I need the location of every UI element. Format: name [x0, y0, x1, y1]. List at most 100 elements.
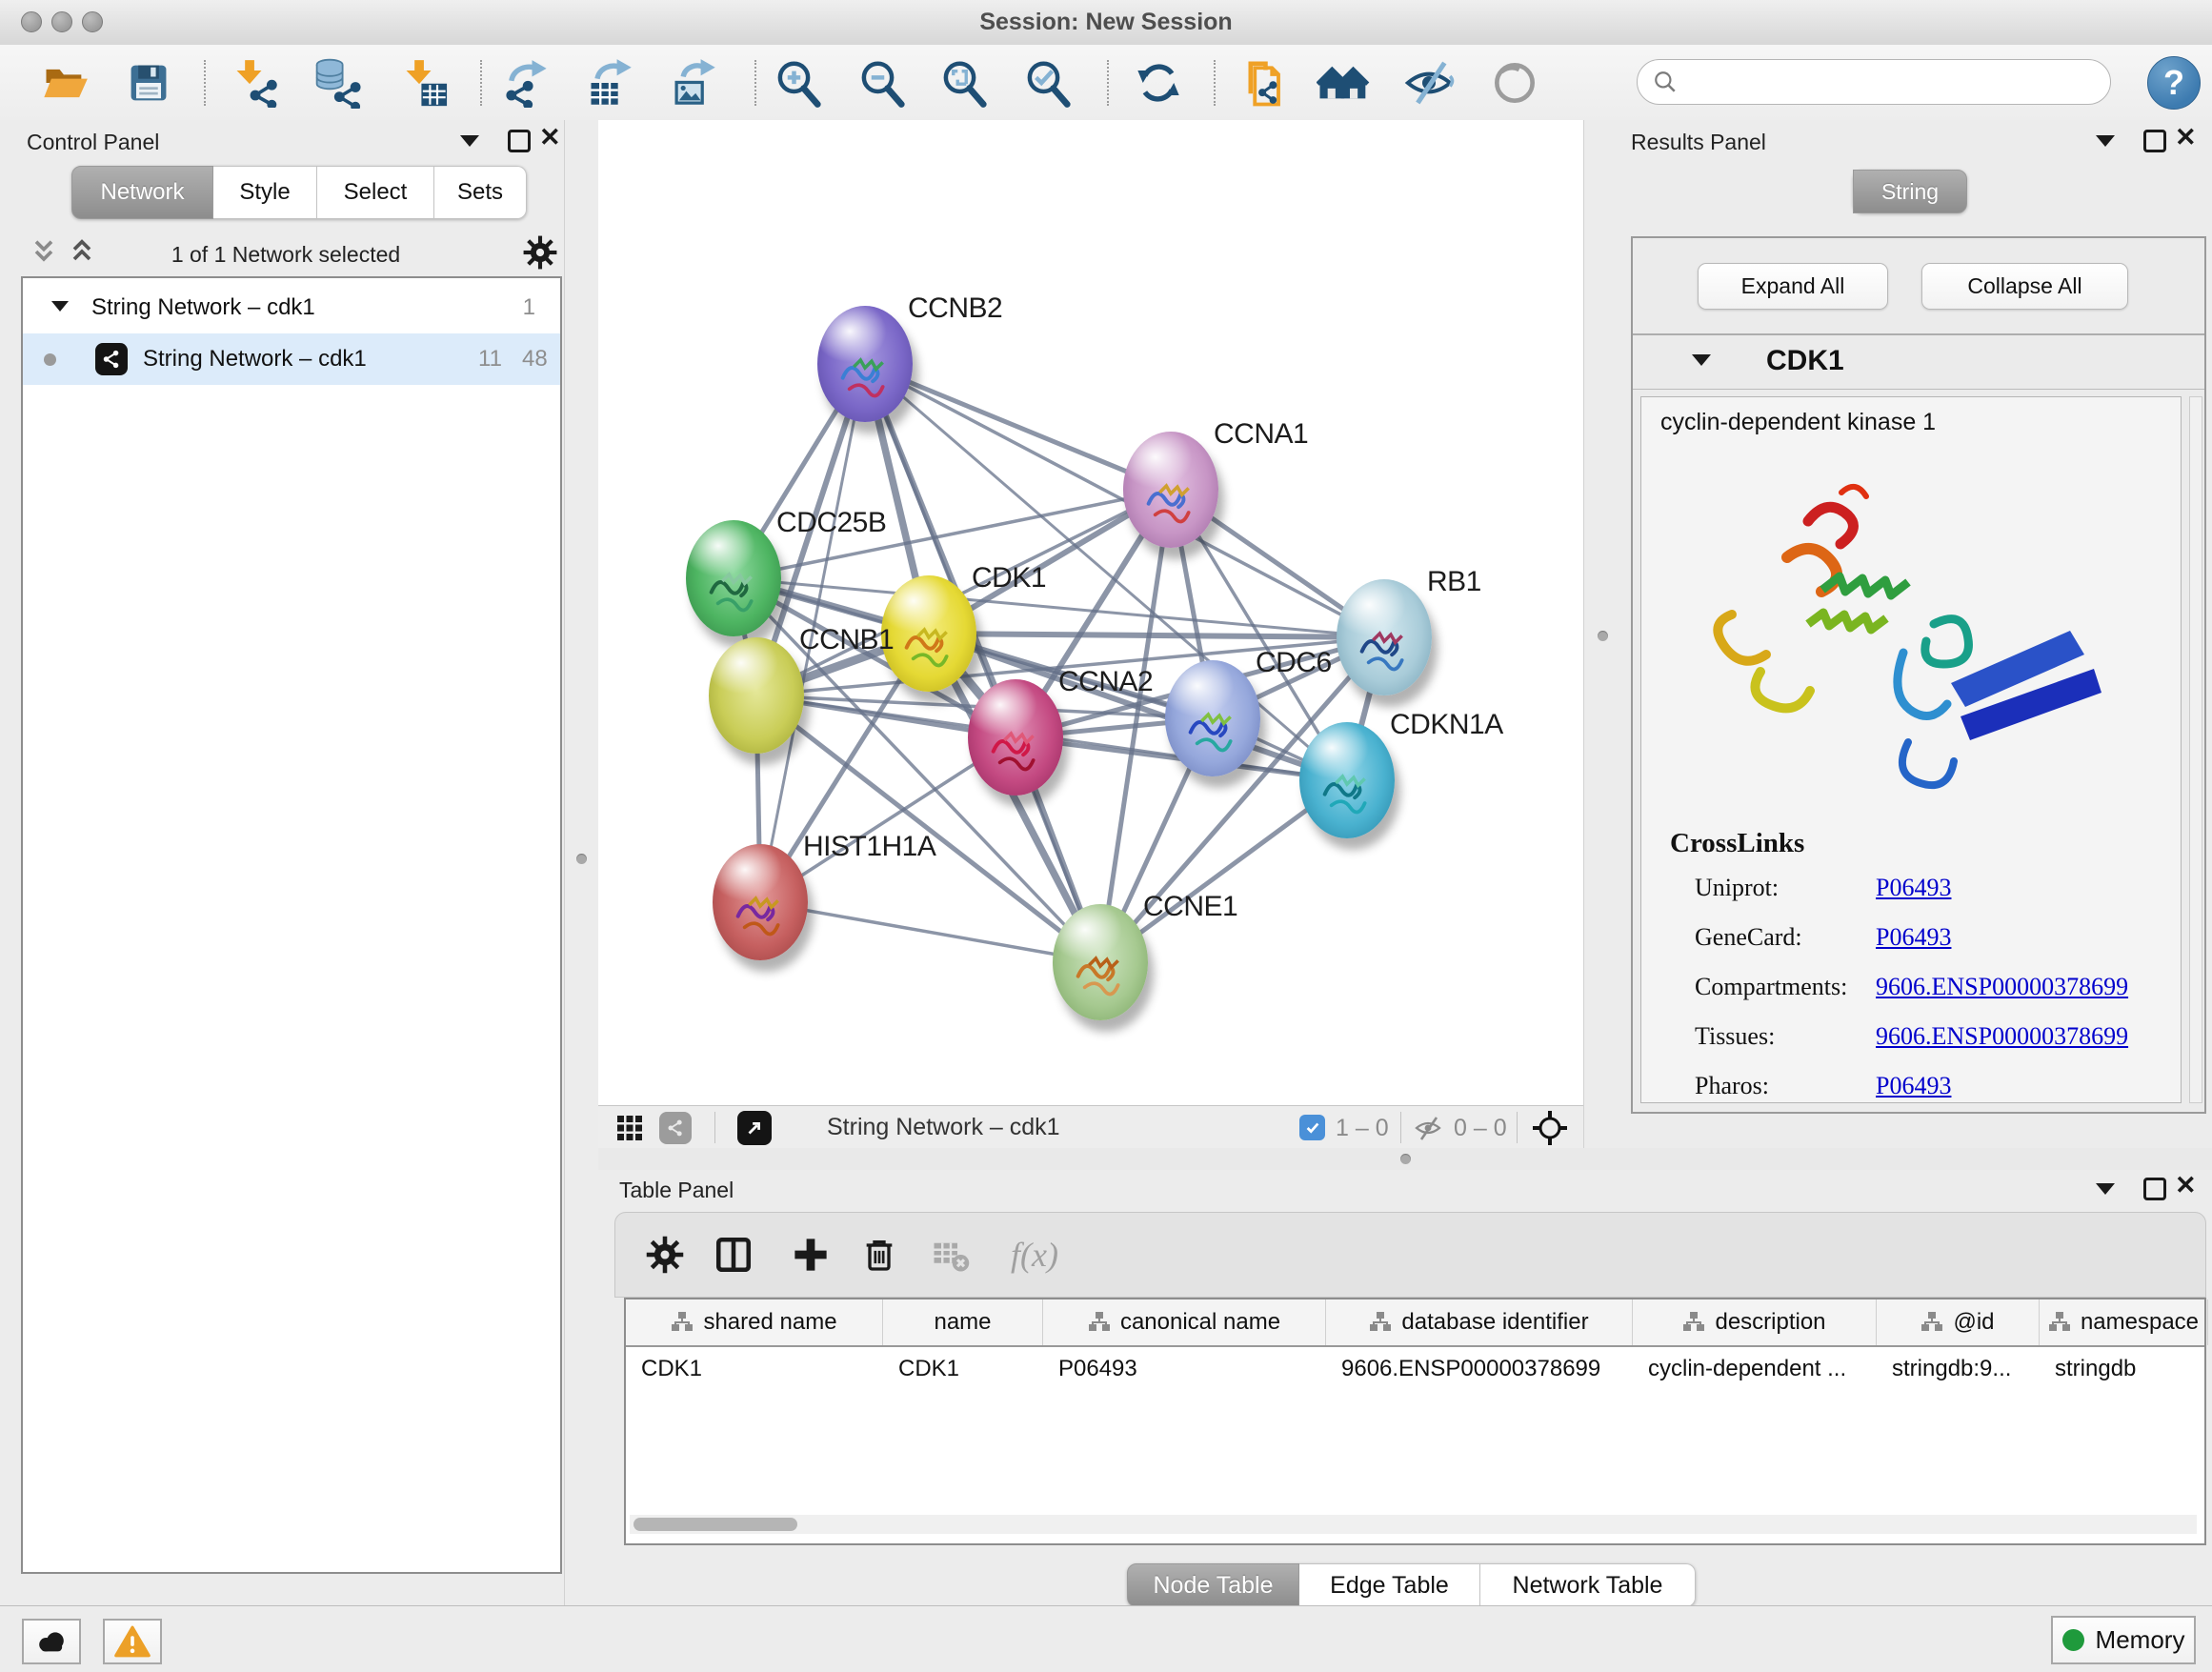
column-header-description[interactable]: description — [1633, 1299, 1877, 1345]
network-node-ccnb2[interactable] — [817, 306, 913, 422]
show-columns-icon[interactable] — [713, 1234, 754, 1276]
column-header-name[interactable]: name — [883, 1299, 1043, 1345]
table-cell[interactable]: CDK1 — [883, 1347, 1043, 1390]
delete-column-trash-icon[interactable] — [858, 1234, 900, 1276]
welcome-screen-button[interactable] — [1317, 56, 1370, 110]
help-button[interactable]: ? — [2147, 56, 2201, 110]
crosslink-pharos-link[interactable]: P06493 — [1876, 1072, 1951, 1100]
fit-crosshair-icon[interactable] — [1532, 1110, 1568, 1151]
network-row-selected[interactable]: String Network – cdk1 11 48 — [23, 333, 560, 385]
tab-sets[interactable]: Sets — [434, 166, 527, 219]
table-cell[interactable]: 9606.ENSP00000378699 — [1326, 1347, 1633, 1390]
tab-network[interactable]: Network — [71, 166, 213, 219]
zoom-out-button[interactable] — [855, 56, 909, 110]
cloud-status-button[interactable] — [22, 1619, 81, 1664]
panel-close-icon[interactable]: ✕ — [2175, 1176, 2197, 1195]
function-builder-icon[interactable]: f(x) — [996, 1234, 1073, 1276]
tab-node-table[interactable]: Node Table — [1127, 1563, 1299, 1607]
collapse-all-networks-icon[interactable] — [67, 236, 97, 272]
network-node-ccnb1[interactable] — [709, 637, 804, 754]
column-header-canonical-name[interactable]: canonical name — [1043, 1299, 1326, 1345]
string-view-badge-icon[interactable] — [659, 1112, 692, 1144]
refresh-view-button[interactable] — [1132, 56, 1185, 110]
network-node-ccne1[interactable] — [1053, 904, 1148, 1020]
selected-checkbox-icon[interactable] — [1299, 1115, 1325, 1140]
zoom-selected-button[interactable] — [1021, 56, 1075, 110]
zoom-in-button[interactable] — [772, 56, 825, 110]
network-node-hist1h1a[interactable] — [713, 844, 808, 960]
expand-all-networks-icon[interactable] — [29, 236, 59, 272]
network-options-gear-icon[interactable] — [522, 234, 558, 275]
network-node-cdkn1a[interactable] — [1299, 722, 1395, 838]
show-all-button[interactable] — [1488, 56, 1541, 110]
network-node-cdc25b[interactable] — [686, 520, 781, 636]
export-image-button[interactable] — [667, 56, 720, 110]
network-node-cdk1[interactable] — [881, 575, 976, 692]
zoom-fit-content-button[interactable] — [937, 56, 991, 110]
table-cell[interactable]: cyclin-dependent ... — [1633, 1347, 1877, 1390]
table-cell[interactable]: stringdb — [2040, 1347, 2208, 1390]
panel-menu-icon[interactable] — [2096, 1183, 2115, 1195]
column-header-database-identifier[interactable]: database identifier — [1326, 1299, 1633, 1345]
table-cell[interactable]: stringdb:9... — [1877, 1347, 2040, 1390]
network-canvas[interactable]: CCNB2CCNA1CDC25BCDK1CDC6RB1CCNB1CCNA2CDK… — [598, 120, 1583, 1105]
panel-float-icon[interactable] — [508, 130, 531, 152]
horizontal-splitter[interactable] — [598, 1148, 2212, 1170]
results-scrollbar[interactable] — [2189, 396, 2202, 1103]
scrollbar-thumb[interactable] — [633, 1518, 797, 1531]
collection-expand-icon[interactable] — [51, 301, 69, 312]
warnings-button[interactable] — [103, 1619, 162, 1664]
collapse-all-button[interactable]: Collapse All — [1921, 263, 2128, 310]
splitter-handle[interactable] — [1598, 631, 1608, 641]
table-horizontal-scrollbar[interactable] — [630, 1515, 2197, 1534]
panel-float-icon[interactable] — [2143, 130, 2166, 152]
crosslink-tissues-link[interactable]: 9606.ENSP00000378699 — [1876, 1022, 2128, 1051]
splitter-handle[interactable] — [576, 854, 587, 864]
hide-selected-button[interactable] — [1402, 56, 1456, 110]
gene-section-header[interactable]: CDK1 — [1633, 333, 2204, 390]
table-cell[interactable]: CDK1 — [626, 1347, 883, 1390]
hidden-eye-slash-icon[interactable] — [1414, 1114, 1442, 1147]
new-network-from-selection-button[interactable] — [1235, 56, 1288, 110]
network-node-rb1[interactable] — [1337, 579, 1432, 695]
vertical-splitter[interactable] — [564, 120, 600, 1605]
network-node-cdc6[interactable] — [1165, 660, 1260, 776]
network-collection-row[interactable]: String Network – cdk1 1 — [23, 282, 560, 333]
tab-string[interactable]: String — [1853, 170, 1967, 213]
add-column-plus-icon[interactable] — [790, 1234, 832, 1276]
export-network-button[interactable] — [499, 56, 553, 110]
panel-menu-icon[interactable] — [460, 135, 479, 147]
crosslink-compartments-link[interactable]: 9606.ENSP00000378699 — [1876, 973, 2128, 1001]
search-input[interactable] — [1687, 69, 2091, 95]
tab-network-table[interactable]: Network Table — [1480, 1563, 1696, 1607]
crosslink-uniprot-link[interactable]: P06493 — [1876, 874, 1951, 902]
import-network-from-database-button[interactable] — [311, 56, 364, 110]
tab-select[interactable]: Select — [317, 166, 434, 219]
open-session-button[interactable] — [38, 56, 91, 110]
birdseye-grid-icon[interactable] — [615, 1114, 644, 1147]
tab-edge-table[interactable]: Edge Table — [1299, 1563, 1480, 1607]
memory-button[interactable]: Memory — [2051, 1616, 2196, 1664]
splitter-handle[interactable] — [1400, 1154, 1411, 1164]
detach-view-icon[interactable] — [737, 1111, 772, 1145]
crosslink-genecard-link[interactable]: P06493 — [1876, 923, 1951, 952]
network-node-ccna1[interactable] — [1123, 432, 1218, 548]
vertical-splitter-results[interactable] — [1583, 120, 1623, 1148]
panel-float-icon[interactable] — [2143, 1178, 2166, 1200]
table-cell[interactable]: P06493 — [1043, 1347, 1326, 1390]
table-settings-gear-icon[interactable] — [644, 1234, 686, 1276]
panel-menu-icon[interactable] — [2096, 135, 2115, 147]
panel-close-icon[interactable]: ✕ — [2175, 128, 2197, 147]
network-edge[interactable] — [929, 634, 1384, 637]
export-table-button[interactable] — [583, 56, 636, 110]
import-network-from-file-button[interactable] — [229, 56, 282, 110]
expand-all-button[interactable]: Expand All — [1698, 263, 1888, 310]
import-table-from-file-button[interactable] — [398, 56, 452, 110]
column-header-id[interactable]: @id — [1877, 1299, 2040, 1345]
column-header-shared-name[interactable]: shared name — [626, 1299, 883, 1345]
tab-style[interactable]: Style — [213, 166, 317, 219]
network-node-ccna2[interactable] — [968, 679, 1063, 796]
save-session-button[interactable] — [122, 56, 175, 110]
delete-table-icon[interactable] — [930, 1234, 972, 1276]
panel-close-icon[interactable]: ✕ — [539, 128, 561, 147]
